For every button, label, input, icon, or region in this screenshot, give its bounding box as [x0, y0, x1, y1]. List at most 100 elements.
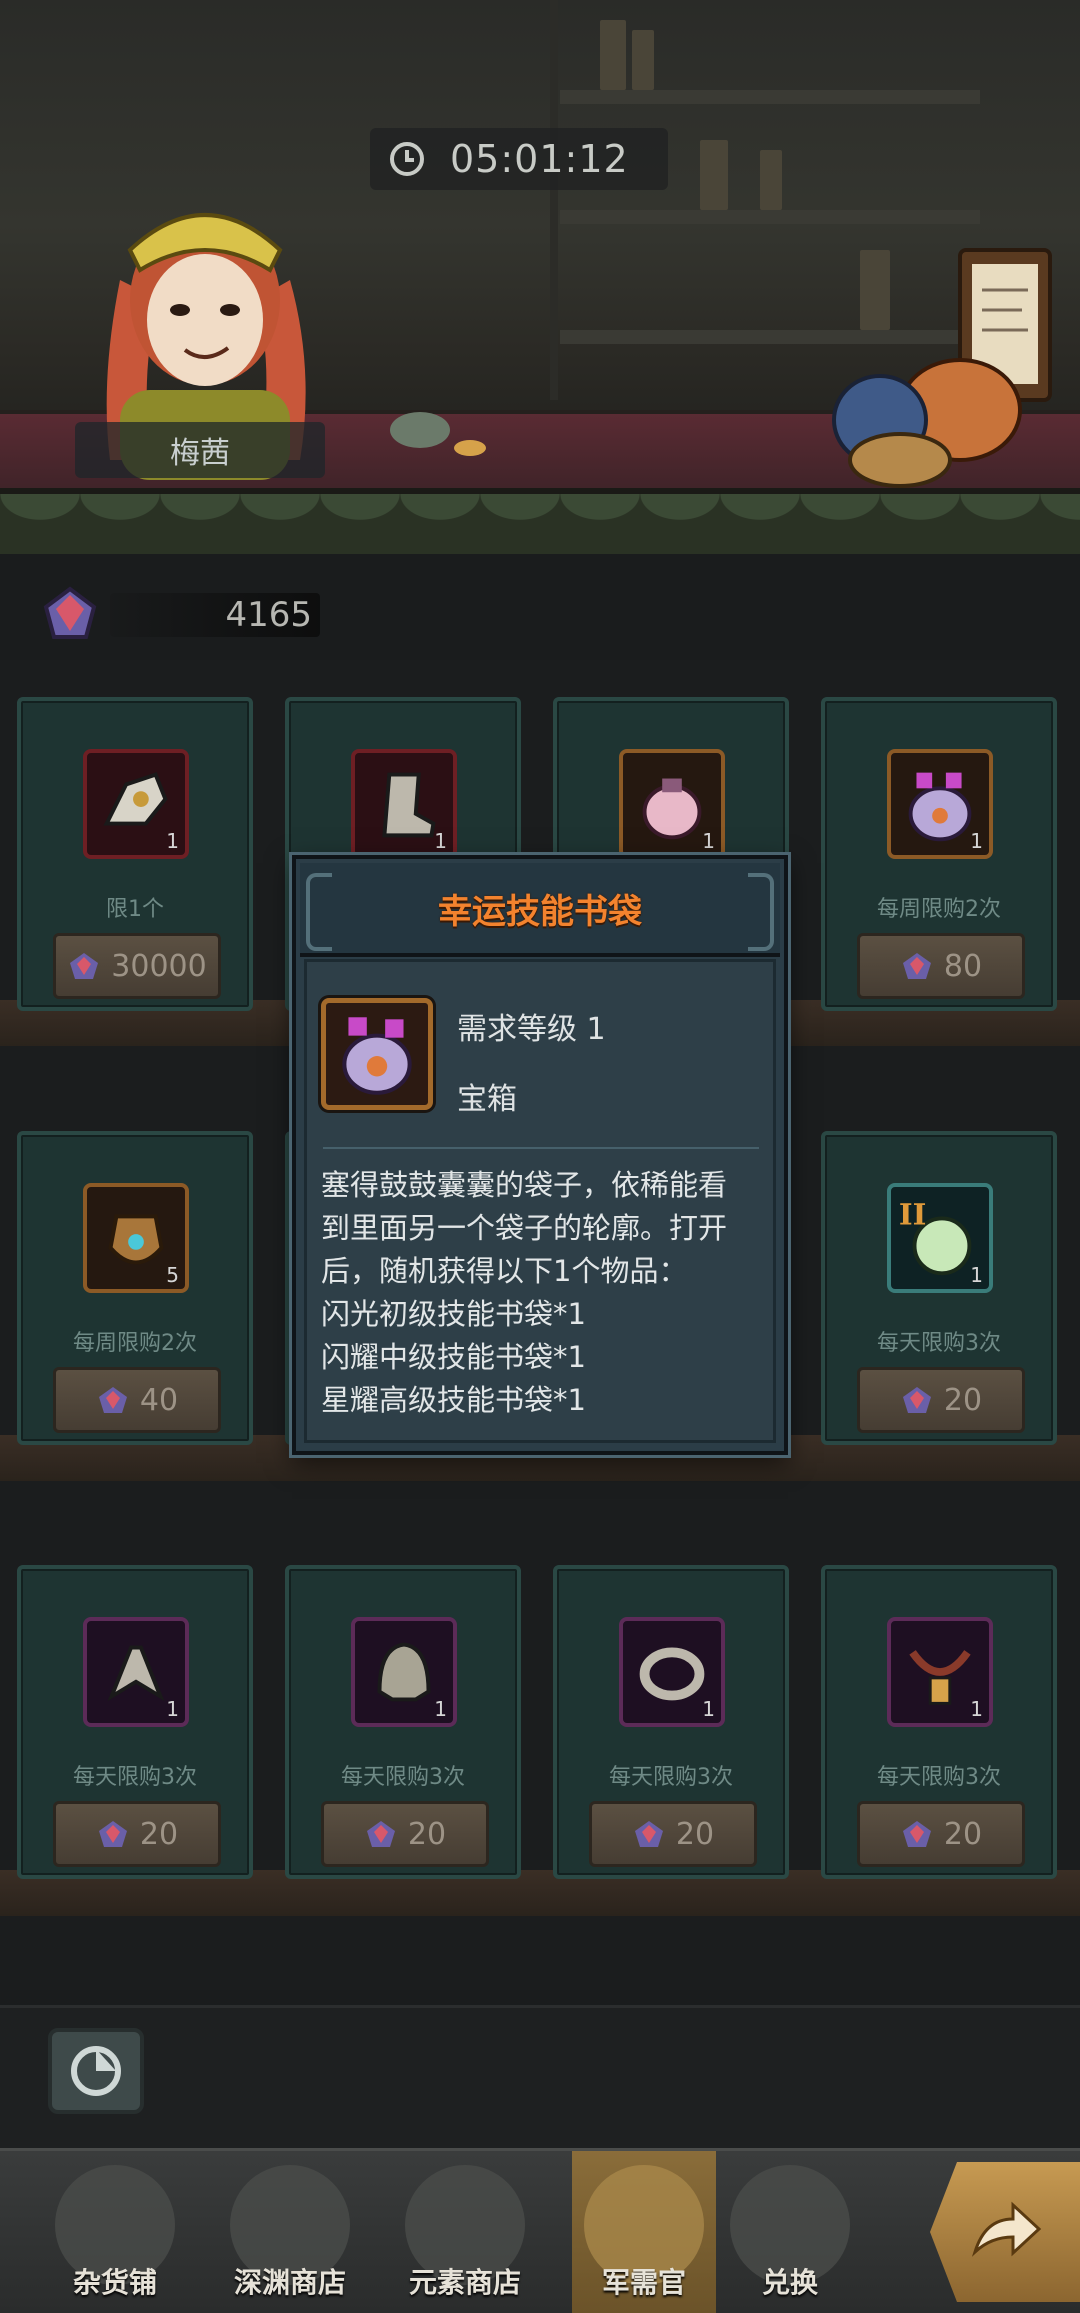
item-count: 1 — [702, 829, 715, 853]
buy-button[interactable]: 20 — [321, 1801, 489, 1867]
popup-item-icon — [321, 998, 433, 1110]
description-line: 闪耀中级技能书袋*1 — [321, 1340, 586, 1374]
price-label: 20 — [407, 1816, 447, 1852]
buy-button[interactable]: 20 — [857, 1367, 1025, 1433]
purchase-limit: 每天限购3次 — [877, 1331, 1001, 1356]
divider — [323, 1147, 759, 1149]
description-line: 星耀高级技能书袋*1 — [321, 1383, 586, 1417]
nav-tab-label: 军需官 — [601, 2266, 686, 2299]
gem-icon — [902, 1387, 931, 1413]
shop-item-card[interactable]: 1 每天限购3次 20 — [553, 1565, 789, 1879]
gem-icon — [98, 1387, 127, 1413]
shop-item-card[interactable]: II 1 每天限购3次 20 — [821, 1131, 1057, 1445]
item-description: 塞得鼓鼓囊囊的袋子，依稀能看 到里面另一个袋子的轮廓。打开 后，随机获得以下1个… — [321, 1164, 769, 1422]
shop-item-card[interactable]: 1 限1个 30000 — [17, 697, 253, 1011]
buy-button[interactable]: 80 — [857, 933, 1025, 999]
buy-button[interactable]: 40 — [53, 1367, 221, 1433]
buy-button[interactable]: 30000 — [53, 933, 221, 999]
popup-body: 需求等级 1 宝箱 塞得鼓鼓囊囊的袋子，依稀能看 到里面另一个袋子的轮廓。打开 … — [304, 959, 776, 1443]
gem-icon — [902, 953, 931, 979]
price-label: 40 — [139, 1382, 179, 1418]
title-ornament-left — [306, 873, 332, 951]
title-ornament-right — [748, 873, 774, 951]
skill-bag-icon — [342, 1017, 412, 1095]
item-count: 1 — [970, 1697, 983, 1721]
item-count: 1 — [434, 829, 447, 853]
next-arrow-button[interactable] — [930, 2162, 1080, 2302]
price-label: 20 — [943, 1816, 983, 1852]
bottom-strip — [0, 2005, 1080, 2158]
purchase-limit: 每天限购3次 — [73, 1765, 197, 1790]
gem-icon — [70, 953, 99, 979]
purchase-limit: 每周限购2次 — [877, 897, 1001, 922]
item-slot: 1 — [83, 749, 189, 859]
nav-tab-quartermaster[interactable]: 军需官 — [572, 2151, 716, 2313]
shop-scene-background: 梅茜 — [0, 0, 1080, 500]
shop-item-card[interactable]: 5 每周限购2次 40 — [17, 1131, 253, 1445]
price-label: 20 — [943, 1382, 983, 1418]
purchase-limit: 每周限购2次 — [73, 1331, 197, 1356]
clock-icon — [390, 142, 424, 176]
description-line: 到里面另一个袋子的轮廓。打开 — [321, 1211, 728, 1245]
price-label: 20 — [139, 1816, 179, 1852]
item-detail-popup: 幸运技能书袋 需求等级 1 宝箱 塞得鼓鼓囊囊的袋子，依稀能看 到里面另一个袋子… — [292, 855, 788, 1455]
refresh-timer: 05:01:12 — [370, 128, 668, 190]
buy-button[interactable]: 20 — [53, 1801, 221, 1867]
level-requirement: 需求等级 1 — [457, 1012, 606, 1047]
item-count: 1 — [702, 1697, 715, 1721]
popup-title: 幸运技能书袋 — [438, 891, 642, 932]
item-count: 1 — [166, 829, 179, 853]
nav-tab-abyss-shop[interactable]: 深渊商店 — [205, 2151, 375, 2313]
buy-button[interactable]: 20 — [857, 1801, 1025, 1867]
description-line: 后，随机获得以下1个物品： — [321, 1254, 688, 1288]
purchase-limit: 限1个 — [106, 897, 164, 922]
item-slot: 1 — [351, 749, 457, 859]
shop-item-card[interactable]: 1 每天限购3次 20 — [285, 1565, 521, 1879]
coin-decor — [390, 412, 486, 456]
item-type: 宝箱 — [457, 1082, 517, 1117]
gem-icon — [902, 1821, 931, 1847]
item-count: 1 — [970, 829, 983, 853]
price-label: 80 — [943, 948, 983, 984]
refresh-button[interactable] — [48, 2028, 144, 2114]
item-slot: 1 — [351, 1617, 457, 1727]
npc-name-plate: 梅茜 — [75, 422, 325, 478]
gem-currency-icon — [43, 586, 97, 639]
currency-display: 4165 — [40, 585, 320, 645]
gem-icon — [98, 1821, 127, 1847]
item-count: 1 — [434, 1697, 447, 1721]
buy-button[interactable]: 20 — [589, 1801, 757, 1867]
shop-item-card[interactable]: 1 每周限购2次 80 — [821, 697, 1057, 1011]
item-slot: 1 — [619, 1617, 725, 1727]
item-count: 1 — [970, 1263, 983, 1287]
gem-icon — [634, 1821, 663, 1847]
shop-item-card[interactable]: 1 每天限购3次 20 — [821, 1565, 1057, 1879]
nav-tab-exchange[interactable]: 兑换 — [730, 2151, 850, 2313]
nav-tab-label: 兑换 — [761, 2266, 818, 2299]
item-slot: 1 — [83, 1617, 189, 1727]
item-slot: II 1 — [887, 1183, 993, 1293]
arrow-right-icon — [971, 2201, 1042, 2257]
price-label: 30000 — [111, 948, 207, 984]
purchase-limit: 每天限购3次 — [341, 1765, 465, 1790]
purchase-limit: 每天限购3次 — [877, 1765, 1001, 1790]
currency-amount: 4165 — [110, 593, 320, 637]
shop-item-card[interactable]: 1 每天限购3次 20 — [17, 1565, 253, 1879]
bottom-nav-bar: 杂货铺 深渊商店 元素商店 军需官 兑换 — [0, 2148, 1080, 2313]
refresh-icon — [71, 2046, 121, 2096]
nav-tab-label: 元素商店 — [408, 2266, 521, 2299]
nav-tab-element-shop[interactable]: 元素商店 — [380, 2151, 550, 2313]
description-line: 闪光初级技能书袋*1 — [321, 1297, 586, 1331]
item-count: 5 — [166, 1263, 179, 1287]
description-line: 塞得鼓鼓囊囊的袋子，依稀能看 — [321, 1168, 728, 1202]
item-slot: 1 — [619, 749, 725, 859]
price-label: 20 — [675, 1816, 715, 1852]
item-slot: 1 — [887, 1617, 993, 1727]
purchase-limit: 每天限购3次 — [609, 1765, 733, 1790]
item-slot: 1 — [887, 749, 993, 859]
item-slot: 5 — [83, 1183, 189, 1293]
nav-tab-general-store[interactable]: 杂货铺 — [30, 2151, 200, 2313]
popup-title-bar: 幸运技能书袋 — [300, 863, 780, 957]
timer-value: 05:01:12 — [450, 137, 629, 181]
item-count: 1 — [166, 1697, 179, 1721]
